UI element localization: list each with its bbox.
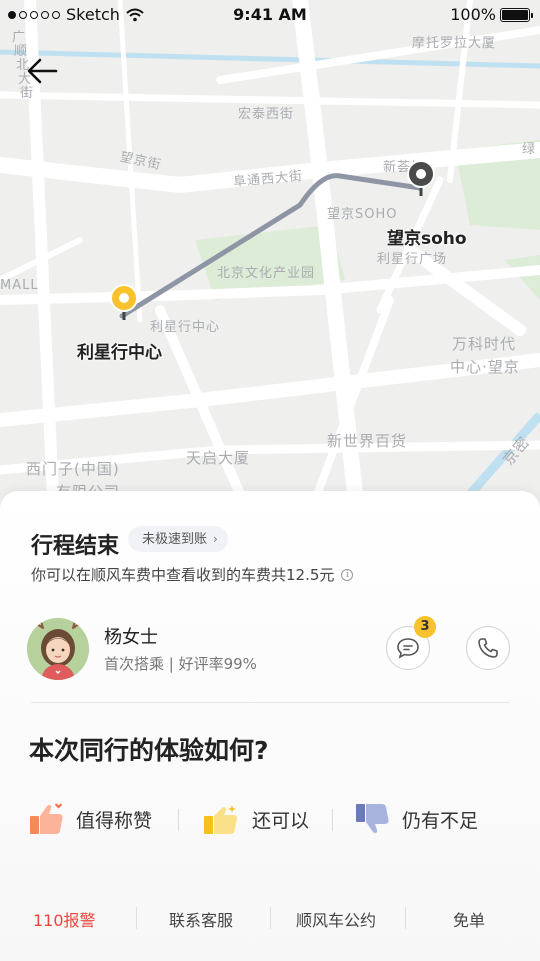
battery-percent: 100% [450, 5, 496, 24]
destination-pin-icon[interactable] [405, 160, 437, 200]
unread-badge: 3 [414, 616, 436, 638]
carpool-rules-link[interactable]: 顺风车公约 [296, 907, 376, 931]
rating-ok-label: 还可以 [252, 809, 310, 832]
map-label: 宏泰西街 [238, 107, 295, 122]
thumbs-up-icon [30, 803, 63, 834]
passenger-avatar-icon [27, 618, 89, 680]
passenger-name: 杨女士 [104, 627, 158, 648]
map-label: 利星行中心 [150, 320, 221, 335]
fee-text: 你可以在顺风车费中查看收到的车费共12.5元 [31, 566, 335, 584]
arrow-left-icon [27, 58, 58, 84]
rating-lacking-label: 仍有不足 [402, 809, 479, 832]
rating-praise-label: 值得称赞 [76, 809, 153, 832]
map-label: 望京SOHO [327, 207, 398, 222]
chevron-right-icon: › [213, 532, 218, 546]
map-label: 绿 [522, 142, 537, 157]
map-view[interactable]: 摩托罗拉大厦 宏泰西街 望京街 阜通西大街 望京SOHO 新荟城 利星行广场 北… [0, 0, 540, 540]
map-label: 北京文化产业园 [217, 266, 316, 281]
rating-options: 值得称赞 还可以 仍有不足 [0, 797, 540, 841]
status-bar: Sketch 9:41 AM 100% [0, 0, 540, 30]
separator [178, 809, 179, 831]
rating-lacking-button[interactable]: 仍有不足 [354, 797, 478, 841]
map-label: 天启大厦 [186, 449, 251, 467]
map-label: MALL [0, 278, 39, 293]
map-label: 利星行广场 [377, 252, 448, 267]
map-label: 西门子(中国) [26, 460, 120, 478]
passenger-stats: 首次搭乘 | 好评率99% [104, 655, 257, 673]
battery-icon [500, 7, 533, 22]
separator [270, 907, 271, 929]
rating-question: 本次同行的体验如何? [29, 736, 269, 765]
emergency-110-button[interactable]: 110报警 [33, 907, 96, 931]
destination-label: 望京soho [387, 229, 467, 249]
rating-praise-button[interactable]: 值得称赞 [28, 797, 152, 841]
map-label: 中心·望京 [450, 358, 520, 376]
contact-support-link[interactable]: 联系客服 [169, 907, 233, 931]
map-label: 万科时代 [452, 335, 517, 353]
avatar[interactable] [27, 618, 89, 680]
footer-links: 110报警 联系客服 顺风车公约 免单 [0, 899, 540, 939]
separator [332, 809, 333, 831]
thumbs-down-icon [356, 804, 389, 834]
separator [405, 907, 406, 929]
free-ride-link[interactable]: 免单 [453, 907, 485, 931]
trip-summary-sheet: 行程结束 未极速到账 › 你可以在顺风车费中查看收到的车费共12.5元 i 杨女士… [0, 491, 540, 961]
call-button[interactable] [466, 626, 510, 670]
payout-status-tag[interactable]: 未极速到账 › [128, 526, 228, 552]
fee-info: 你可以在顺风车费中查看收到的车费共12.5元 i [31, 564, 354, 585]
payout-status-label: 未极速到账 [142, 532, 208, 547]
trip-ended-title: 行程结束 [31, 534, 120, 559]
map-label: 摩托罗拉大厦 [412, 36, 497, 51]
divider [31, 702, 510, 703]
origin-pin-icon[interactable] [108, 284, 140, 324]
info-icon[interactable]: i [341, 568, 354, 581]
rating-ok-button[interactable]: 还可以 [202, 797, 309, 841]
phone-icon [478, 638, 498, 658]
map-label: 新世界百货 [327, 432, 408, 450]
ok-hand-icon [204, 805, 238, 834]
back-button[interactable] [26, 56, 60, 86]
separator [136, 907, 137, 929]
origin-label: 利星行中心 [77, 343, 162, 363]
chat-bubble-icon [397, 638, 419, 659]
